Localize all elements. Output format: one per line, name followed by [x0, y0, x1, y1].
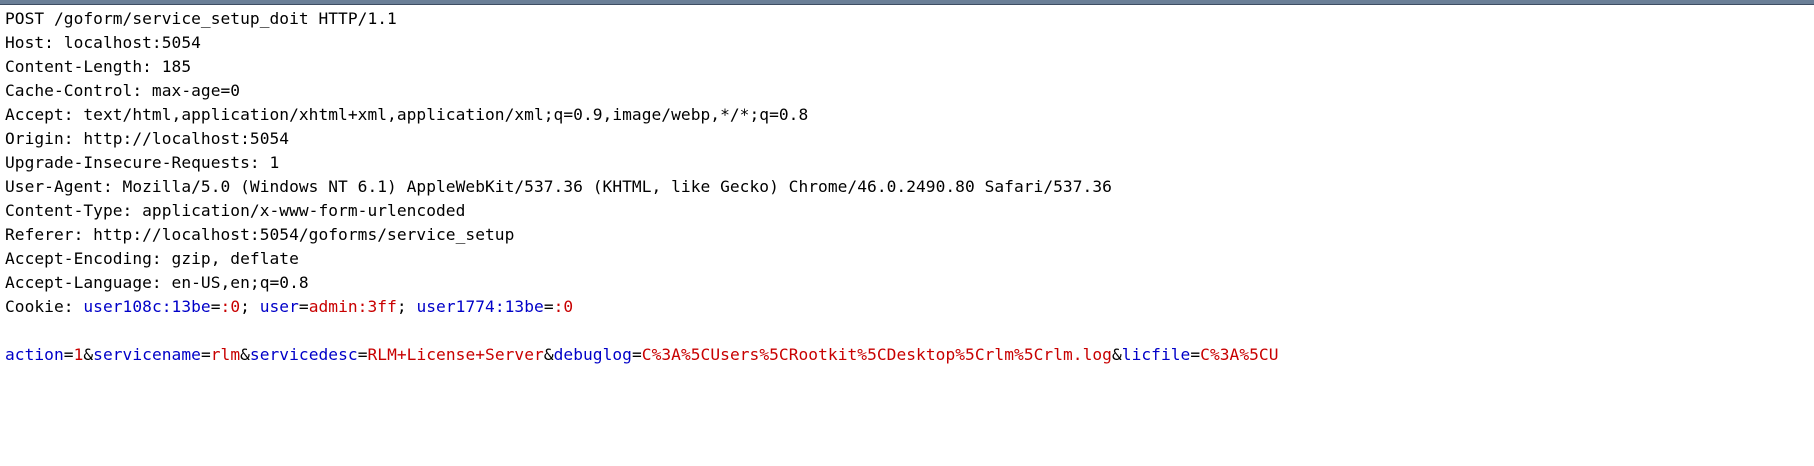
- param-name: servicename: [93, 345, 201, 364]
- cookie-name: user1774:13be: [416, 297, 544, 316]
- cookie-value: admin:3ff: [308, 297, 397, 316]
- param-separator: &: [543, 345, 554, 364]
- http-request-editor[interactable]: POST /goform/service_setup_doit HTTP/1.1…: [0, 5, 1814, 466]
- cookie-equals: =: [298, 297, 309, 316]
- cookie-separator: ;: [396, 297, 417, 316]
- param-name: licfile: [1121, 345, 1191, 364]
- cookie-label: Cookie:: [5, 297, 84, 316]
- cookie-value: :0: [220, 297, 241, 316]
- cookie-separator: ;: [240, 297, 260, 316]
- cookie-value: :0: [553, 297, 574, 316]
- cookie-name: user108c:13be: [83, 297, 211, 316]
- cookie-equals: =: [210, 297, 221, 316]
- param-value: C%3A%5CU: [1200, 345, 1279, 364]
- param-separator: &: [240, 345, 250, 364]
- param-equals: =: [200, 345, 211, 364]
- param-name: servicedesc: [249, 345, 358, 364]
- param-equals: =: [1190, 345, 1201, 364]
- param-separator: &: [83, 345, 94, 364]
- param-value: RLM+License+Server: [367, 345, 544, 364]
- param-name: action: [5, 345, 64, 364]
- param-value: rlm: [210, 345, 241, 364]
- param-equals: =: [631, 345, 642, 364]
- param-equals: =: [63, 345, 74, 364]
- cookie-equals: =: [543, 297, 554, 316]
- param-separator: &: [1111, 345, 1122, 364]
- param-value: C%3A%5CUsers%5CRootkit%5CDesktop%5Crlm%5…: [641, 345, 1112, 364]
- cookie-name: user: [259, 297, 299, 316]
- param-equals: =: [357, 345, 368, 364]
- header-cookie: Cookie: user108c:13be=:0; user=admin:3ff…: [5, 293, 573, 321]
- param-name: debuglog: [553, 345, 632, 364]
- request-body: action=1&servicename=rlm&servicedesc=RLM…: [5, 341, 1279, 369]
- param-value: 1: [73, 345, 84, 364]
